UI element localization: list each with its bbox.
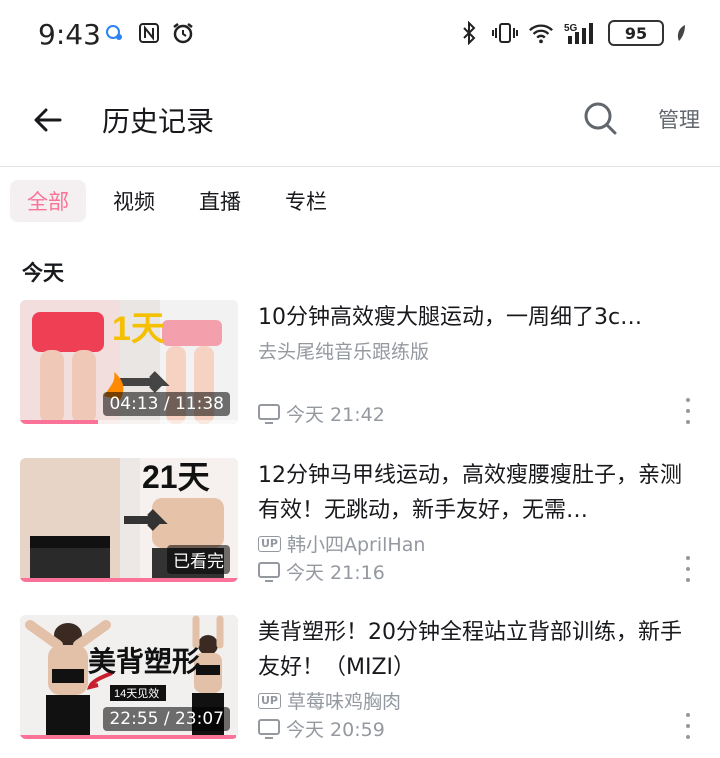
author-name: 韩小四AprilHan xyxy=(287,534,426,556)
watch-time: 今天 21:16 xyxy=(286,562,385,584)
playback-position-badge: 04:13 / 11:38 xyxy=(103,392,230,416)
video-thumbnail[interactable]: 1天 04:13 / 11:38 xyxy=(20,300,238,424)
status-bar: 9:43 5G 95 xyxy=(0,0,720,70)
watch-progress-bar xyxy=(20,578,238,582)
up-badge-icon: UP xyxy=(258,535,281,552)
author-name: 草莓味鸡胸肉 xyxy=(287,691,402,713)
alarm-icon xyxy=(170,20,196,46)
more-options-icon[interactable] xyxy=(682,713,694,739)
thumbnail-subcaption: 14天见效 xyxy=(114,686,159,700)
tab-all[interactable]: 全部 xyxy=(10,180,86,222)
section-header-today: 今天 xyxy=(22,261,64,285)
history-item[interactable]: 美背塑形 14天见效 22:55 / 23:07 美背塑形！20分钟全程站立背部… xyxy=(0,615,720,741)
tv-icon xyxy=(258,561,280,582)
thumbnail-caption: 1天 xyxy=(112,310,165,348)
watched-badge: 已看完 xyxy=(167,545,230,574)
leaf-icon xyxy=(674,20,688,46)
watch-time: 今天 21:42 xyxy=(286,404,385,426)
search-icon[interactable] xyxy=(580,98,620,138)
more-options-icon[interactable] xyxy=(682,398,694,424)
page-title: 历史记录 xyxy=(102,105,215,138)
video-thumbnail[interactable]: 21天 已看完 xyxy=(20,458,238,582)
up-badge-icon: UP xyxy=(258,692,281,709)
tab-live[interactable]: 直播 xyxy=(182,180,258,222)
top-app-bar: 历史记录 管理 xyxy=(0,70,720,167)
battery-indicator: 95 xyxy=(608,20,664,46)
nfc-icon xyxy=(136,20,162,46)
vibrate-icon xyxy=(492,20,518,46)
tv-icon xyxy=(258,718,280,739)
tv-icon xyxy=(258,403,280,424)
manage-button[interactable]: 管理 xyxy=(658,104,700,134)
watch-progress-bar xyxy=(20,735,236,739)
signal-icon: 5G xyxy=(564,20,598,46)
video-title: 10分钟高效瘦大腿运动，一周细了3c… xyxy=(258,305,643,330)
history-item[interactable]: 21天 已看完 12分钟马甲线运动，高效瘦腰瘦肚子，亲测有效！无跳动，新手友好，… xyxy=(0,458,720,584)
bluetooth-icon xyxy=(456,20,482,46)
history-item[interactable]: 1天 04:13 / 11:38 10分钟高效瘦大腿运动，一周细了3c… 去头尾… xyxy=(0,300,720,426)
author-name: 去头尾纯音乐跟练版 xyxy=(258,341,430,363)
thumbnail-caption: 美背塑形 xyxy=(88,646,200,677)
video-thumbnail[interactable]: 美背塑形 14天见效 22:55 / 23:07 xyxy=(20,615,238,739)
thumbnail-caption: 21天 xyxy=(142,459,210,495)
back-arrow-icon[interactable] xyxy=(28,100,68,140)
playback-position-badge: 22:55 / 23:07 xyxy=(103,707,230,731)
filter-tabs: 全部 视频 直播 专栏 xyxy=(10,180,344,222)
wifi-icon xyxy=(528,20,554,46)
tab-column[interactable]: 专栏 xyxy=(268,180,344,222)
video-title: 美背塑形！20分钟全程站立背部训练，新手友好！（MIZI） xyxy=(258,620,682,680)
more-options-icon[interactable] xyxy=(682,556,694,582)
watch-time: 今天 20:59 xyxy=(286,719,385,741)
video-title: 12分钟马甲线运动，高效瘦腰瘦肚子，亲测有效！无跳动，新手友好，无需… xyxy=(258,463,682,523)
watch-progress-bar xyxy=(20,420,99,424)
tab-video[interactable]: 视频 xyxy=(96,180,172,222)
status-time: 9:43 xyxy=(38,18,101,51)
weather-icon xyxy=(102,20,128,46)
